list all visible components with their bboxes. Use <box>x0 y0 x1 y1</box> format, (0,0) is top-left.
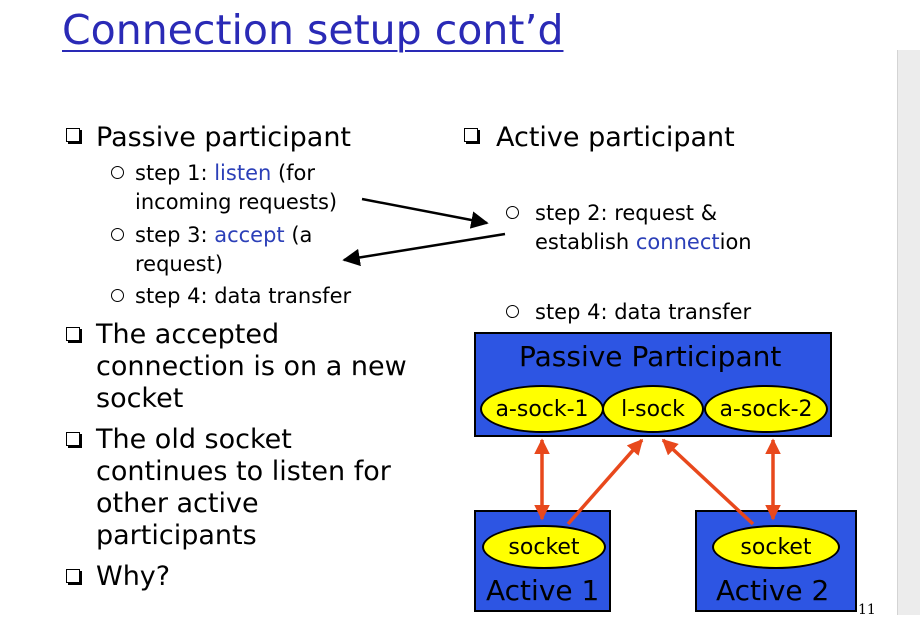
step2-to-step3-arrow <box>342 232 506 267</box>
connection-arrows <box>342 197 781 526</box>
step1-to-step2-arrow <box>361 197 489 229</box>
active-1-to-l-sock-link <box>566 438 644 526</box>
active-2-to-l-sock-link <box>661 438 755 526</box>
